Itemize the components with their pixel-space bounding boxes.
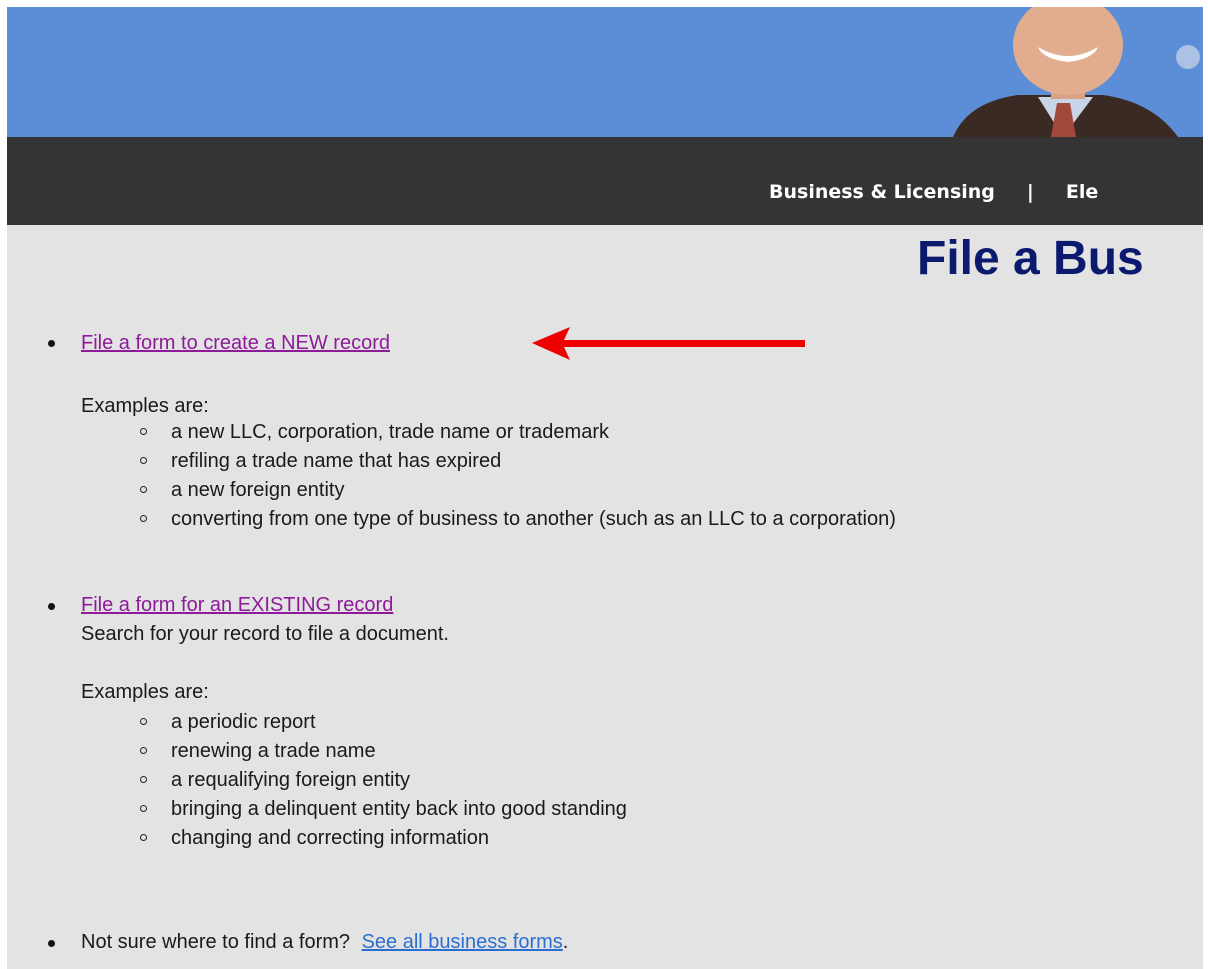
bullet: [48, 603, 55, 610]
bullet: [48, 340, 55, 347]
new-example-item: a new foreign entity: [171, 479, 345, 501]
sub-bullet: [140, 834, 147, 841]
sub-bullet: [140, 776, 147, 783]
sub-bullet: [140, 428, 147, 435]
bullet: [48, 940, 55, 947]
examples-label: Examples are:: [81, 681, 209, 703]
sub-bullet: [140, 718, 147, 725]
existing-record-description: Search for your record to file a documen…: [81, 623, 449, 645]
new-example-item: a new LLC, corporation, trade name or tr…: [171, 421, 609, 443]
new-example-item: refiling a trade name that has expired: [171, 450, 502, 472]
existing-example-item: a periodic report: [171, 711, 316, 733]
existing-example-item: bringing a delinquent entity back into g…: [171, 798, 627, 820]
existing-record-link[interactable]: File a form for an EXISTING record: [81, 593, 393, 617]
see-all-business-forms-link[interactable]: See all business forms: [362, 931, 563, 953]
main-content: File a form to create a NEW record Examp…: [7, 7, 1203, 969]
all-forms-line: Not sure where to find a form? See all b…: [81, 930, 568, 954]
sub-bullet: [140, 457, 147, 464]
all-forms-suffix: .: [562, 931, 569, 953]
existing-example-item: renewing a trade name: [171, 740, 376, 762]
existing-example-item: changing and correcting information: [171, 827, 489, 849]
page-frame: Business & Licensing | Ele File a Bus File…: [7, 7, 1203, 969]
examples-label: Examples are:: [81, 395, 209, 417]
sub-bullet: [140, 805, 147, 812]
red-arrow-icon: [529, 324, 809, 370]
all-forms-prompt: Not sure where to find a form?: [81, 931, 351, 953]
sub-bullet: [140, 486, 147, 493]
new-example-item: converting from one type of business to …: [171, 508, 896, 530]
new-record-link[interactable]: File a form to create a NEW record: [81, 331, 390, 355]
sub-bullet: [140, 747, 147, 754]
sub-bullet: [140, 515, 147, 522]
existing-example-item: a requalifying foreign entity: [171, 769, 411, 791]
